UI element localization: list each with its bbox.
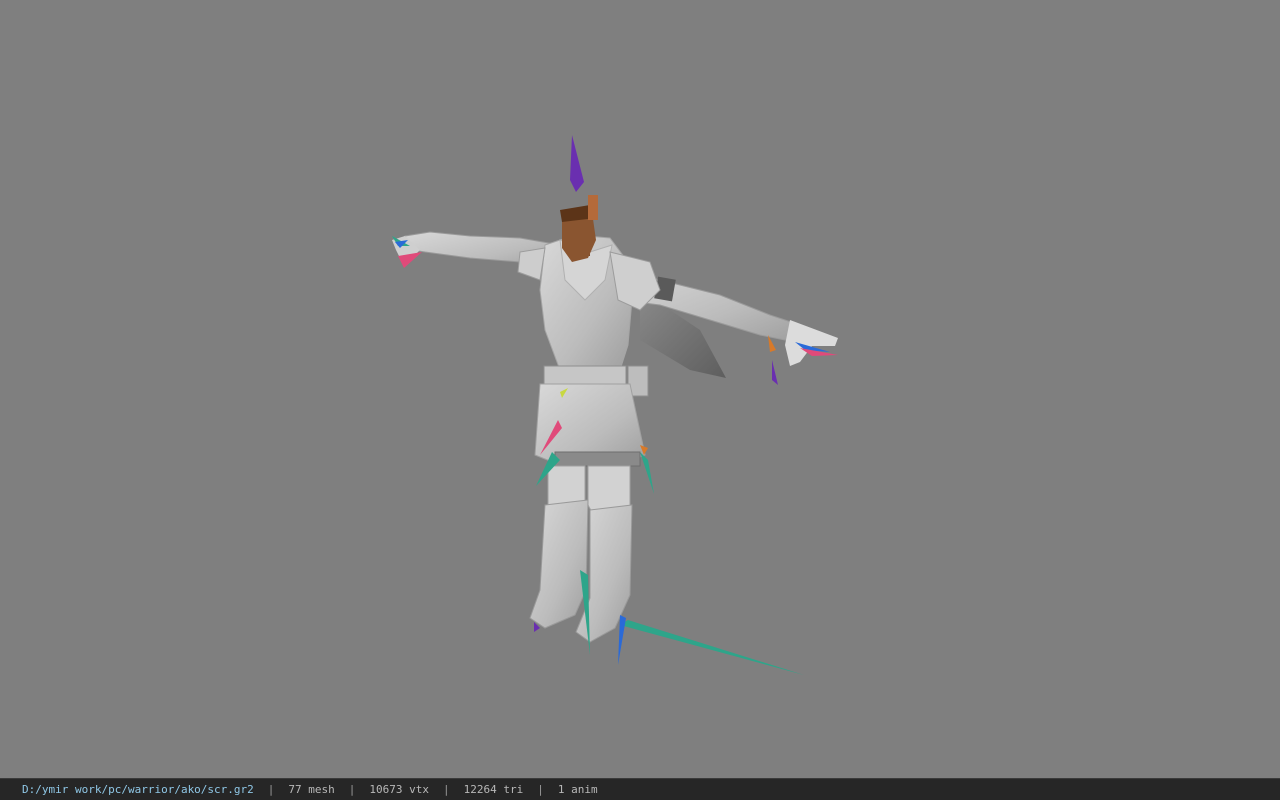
bone-hand-right-3 (772, 360, 778, 385)
right-hand (785, 320, 838, 366)
file-path: D:/ymir work/pc/warrior/ako/scr.gr2 (22, 783, 254, 796)
bone-thigh-right (640, 452, 654, 494)
separator: | (267, 783, 275, 796)
belt (543, 365, 627, 387)
separator: | (348, 783, 356, 796)
separator: | (537, 783, 544, 796)
bone-head-top (570, 135, 584, 192)
skirt-trim (554, 451, 641, 467)
bone-foot-1 (580, 570, 590, 655)
model-render (392, 135, 838, 675)
anim-count: 1 anim (557, 783, 598, 796)
triangle-count: 12264 tri (463, 783, 524, 796)
left-pauldron (517, 247, 546, 281)
bone-foot-3 (618, 615, 626, 665)
3d-viewport[interactable] (0, 0, 1280, 778)
vertex-count: 10673 vtx (369, 783, 430, 796)
bone-foot-2 (620, 620, 804, 675)
status-bar: D:/ymir work/pc/warrior/ako/scr.gr2 | 77… (0, 778, 1280, 800)
topknot (588, 195, 598, 220)
separator: | (443, 783, 450, 796)
left-boot (529, 499, 589, 629)
mesh-count: 77 mesh (288, 783, 335, 796)
